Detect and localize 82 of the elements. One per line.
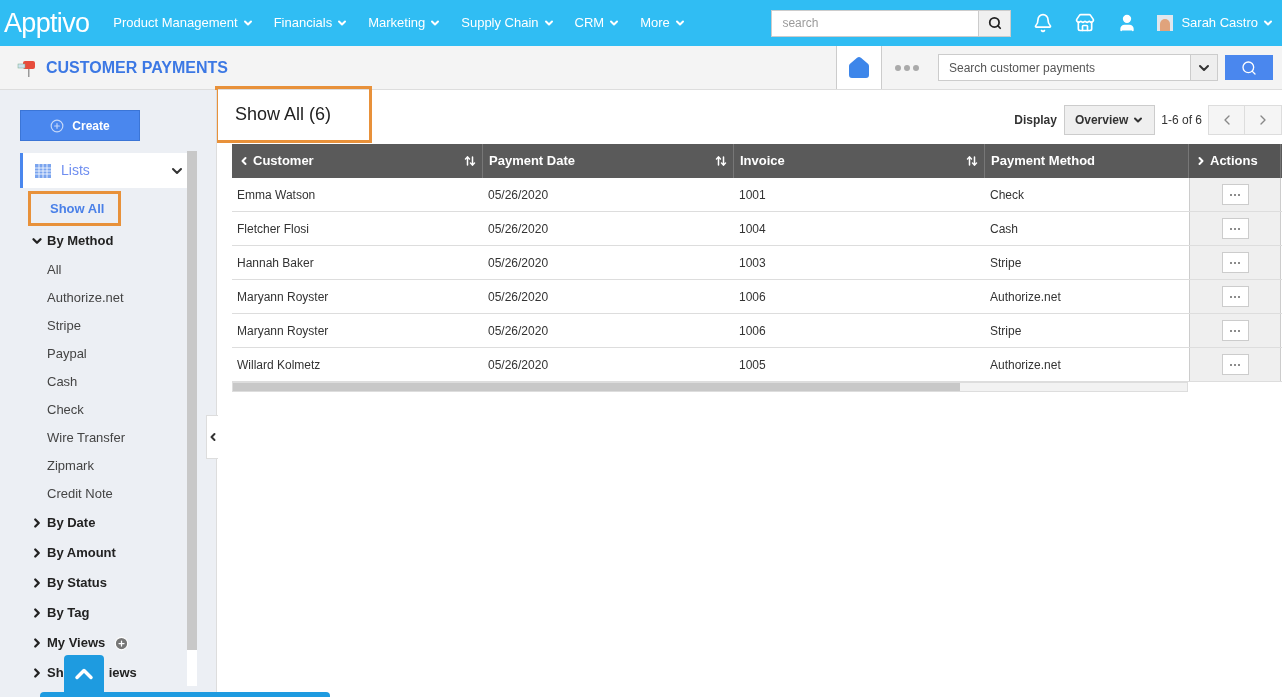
table-cell-text: 05/26/2020 <box>487 254 550 272</box>
table-cell-text: Authorize.net <box>989 288 1062 306</box>
column-header[interactable]: Customer <box>232 144 483 178</box>
display-dropdown[interactable]: Overview <box>1063 105 1156 135</box>
display-label: Display <box>1014 112 1057 129</box>
column-header[interactable]: Payment Date <box>483 144 734 178</box>
row-actions-button[interactable] <box>1221 252 1249 273</box>
table-cell-text: Stripe <box>989 322 1023 340</box>
group-label: Sh <box>47 664 64 683</box>
column-header[interactable]: Invoice <box>734 144 985 178</box>
search-button[interactable] <box>979 9 1012 37</box>
sidebar-item[interactable]: Credit Note <box>47 480 187 508</box>
group-label: My Views <box>47 634 106 653</box>
create-button[interactable]: Create <box>20 110 140 141</box>
sidebar-group[interactable]: By Amount <box>30 538 187 568</box>
group-label: iews <box>108 664 137 683</box>
table-cell-text: Hannah Baker <box>236 254 315 272</box>
search-field[interactable]: search <box>771 9 980 37</box>
sidebar-group[interactable]: By Method <box>30 226 187 256</box>
row-actions-button[interactable] <box>1221 286 1249 307</box>
calendar-grid-icon <box>35 163 51 178</box>
next-page-button[interactable] <box>1245 105 1282 135</box>
home-button[interactable] <box>836 46 882 89</box>
table-cell-text: Maryann Royster <box>236 322 330 340</box>
sidebar-group[interactable]: By Tag <box>30 598 187 628</box>
sidebar-item[interactable]: All <box>47 256 187 284</box>
search-icon <box>987 16 1002 30</box>
table-cell-text: Cash <box>989 220 1019 238</box>
table-cell-text: Fletcher Flosi <box>236 220 311 238</box>
search-field[interactable]: Search customer payments <box>938 54 1191 81</box>
plus-icon <box>50 118 65 133</box>
group-label: By Tag <box>47 604 90 623</box>
group-label: By Method <box>47 232 114 251</box>
row-actions-button[interactable] <box>1221 354 1249 375</box>
table-cell-text: 05/26/2020 <box>487 186 550 204</box>
sidebar-group[interactable]: By Status <box>30 568 187 598</box>
sidebar-item[interactable]: Cash <box>47 368 187 396</box>
store-icon[interactable] <box>1075 13 1096 33</box>
table-cell-text: 05/26/2020 <box>487 356 550 374</box>
add-icon[interactable] <box>114 635 130 651</box>
scroll-to-top-button[interactable] <box>64 655 104 692</box>
table-cell-text: 05/26/2020 <box>487 220 550 238</box>
avatar-icon[interactable] <box>1157 15 1174 31</box>
column-header[interactable]: Actions <box>1189 144 1281 178</box>
group-label: By Amount <box>47 544 116 563</box>
page-range: 1-6 of 6 <box>1161 112 1202 129</box>
mailbox-icon <box>17 58 37 77</box>
bell-icon[interactable] <box>1033 13 1054 33</box>
dropdown-button[interactable] <box>1191 54 1218 81</box>
table-cell-text: 1005 <box>738 356 767 374</box>
table-cell-text: Stripe <box>989 254 1023 272</box>
sidebar-group[interactable]: Sh iews <box>30 658 187 688</box>
previous-page-button[interactable] <box>1208 105 1245 135</box>
sidebar-group[interactable]: My Views <box>30 628 187 658</box>
sidebar-item[interactable]: Paypal <box>47 340 187 368</box>
table-cell-text: 05/26/2020 <box>487 288 550 306</box>
search-icon <box>1241 59 1257 76</box>
row-actions-button[interactable] <box>1221 320 1249 341</box>
table-cell-text: Maryann Royster <box>236 288 330 306</box>
group-label: By Date <box>47 514 96 533</box>
collapse-sidebar-button[interactable] <box>206 415 218 459</box>
sidebar-item[interactable]: Authorize.net <box>47 284 187 312</box>
table-cell-text: 1006 <box>738 322 767 340</box>
row-actions-button[interactable] <box>1221 184 1249 205</box>
table-cell-text: 1001 <box>738 186 767 204</box>
sidebar-item[interactable]: Wire Transfer <box>47 424 187 452</box>
table-cell-text: Willard Kolmetz <box>236 356 322 374</box>
row-actions-button[interactable] <box>1221 218 1249 239</box>
sidebar-item[interactable]: Check <box>47 396 187 424</box>
table-cell-text: Check <box>989 186 1025 204</box>
table-cell-text: 1003 <box>738 254 767 272</box>
table-cell-text: Authorize.net <box>989 356 1062 374</box>
table-cell-text: 05/26/2020 <box>487 322 550 340</box>
sidebar-item[interactable]: Zipmark <box>47 452 187 480</box>
group-label: By Status <box>47 574 107 593</box>
sidebar-item[interactable]: Stripe <box>47 312 187 340</box>
table-cell-text: 1004 <box>738 220 767 238</box>
sidebar-group[interactable]: By Date <box>30 508 187 538</box>
home-icon <box>847 55 871 80</box>
table-cell-text: Emma Watson <box>236 186 317 204</box>
table-cell-text: 1006 <box>738 288 767 306</box>
page-title: CUSTOMER PAYMENTS <box>46 57 228 78</box>
